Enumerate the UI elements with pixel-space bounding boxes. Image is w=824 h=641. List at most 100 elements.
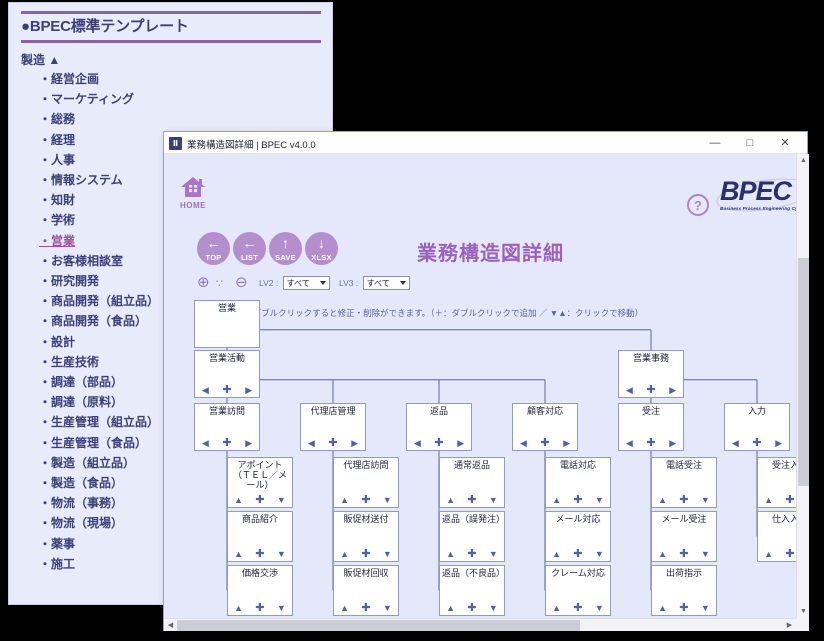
move-up-icon[interactable]: ▲ [658, 549, 667, 559]
add-icon[interactable]: ✚ [785, 549, 794, 560]
move-down-icon[interactable]: ▼ [489, 495, 498, 505]
move-left-icon[interactable]: ◀ [626, 385, 633, 395]
add-icon[interactable]: ✚ [255, 495, 264, 506]
move-down-icon[interactable]: ▼ [277, 603, 286, 613]
move-up-icon[interactable]: ▲ [552, 603, 561, 613]
move-up-icon[interactable]: ▲ [234, 495, 243, 505]
add-icon[interactable]: ✚ [222, 438, 231, 449]
add-icon[interactable]: ✚ [255, 603, 264, 614]
move-up-icon[interactable]: ▲ [446, 495, 455, 505]
add-icon[interactable]: ✚ [255, 549, 264, 560]
add-icon[interactable]: ✚ [573, 495, 582, 506]
add-icon[interactable]: ✚ [752, 438, 761, 449]
move-right-icon[interactable]: ▶ [351, 438, 358, 448]
add-icon[interactable]: ✚ [222, 385, 231, 396]
move-right-icon[interactable]: ▶ [669, 385, 676, 395]
diagram-node[interactable]: 出荷指示 ▲ ✚ ▼ [651, 565, 717, 616]
move-right-icon[interactable]: ▶ [245, 385, 252, 395]
diagram-node[interactable]: 顧客対応 ◀ ✚ ▶ [512, 403, 578, 451]
move-right-icon[interactable]: ▶ [457, 438, 464, 448]
move-up-icon[interactable]: ▲ [340, 549, 349, 559]
move-left-icon[interactable]: ◀ [414, 438, 421, 448]
move-right-icon[interactable]: ▶ [563, 438, 570, 448]
diagram-node[interactable]: 販促材回収 ▲ ✚ ▼ [333, 565, 399, 616]
move-right-icon[interactable]: ▶ [775, 438, 782, 448]
move-right-icon[interactable]: ▶ [669, 438, 676, 448]
move-up-icon[interactable]: ▲ [552, 495, 561, 505]
diagram-node[interactable]: 電話受注 ▲ ✚ ▼ [651, 457, 717, 508]
move-left-icon[interactable]: ◀ [626, 438, 633, 448]
move-up-icon[interactable]: ▲ [446, 549, 455, 559]
diagram-node[interactable]: メール対応 ▲ ✚ ▼ [545, 511, 611, 562]
vertical-scroll-thumb[interactable] [798, 258, 809, 486]
diagram-node[interactable]: 代理店訪問 ▲ ✚ ▼ [333, 457, 399, 508]
move-down-icon[interactable]: ▼ [595, 603, 604, 613]
add-icon[interactable]: ✚ [467, 603, 476, 614]
diagram-node[interactable]: 返品 ◀ ✚ ▶ [406, 403, 472, 451]
add-icon[interactable]: ✚ [573, 603, 582, 614]
move-left-icon[interactable]: ◀ [202, 385, 209, 395]
diagram-node[interactable]: アポイント（ＴＥＬ／メール） ▲ ✚ ▼ [227, 457, 293, 508]
add-icon[interactable]: ✚ [646, 385, 655, 396]
move-up-icon[interactable]: ▲ [340, 495, 349, 505]
category-header[interactable]: 製造 ▲ [21, 51, 60, 68]
diagram-node[interactable]: 返品（不良品） ▲ ✚ ▼ [439, 565, 505, 616]
add-icon[interactable]: ✚ [679, 603, 688, 614]
move-down-icon[interactable]: ▼ [383, 549, 392, 559]
add-icon[interactable]: ✚ [679, 549, 688, 560]
move-left-icon[interactable]: ◀ [520, 438, 527, 448]
add-icon[interactable]: ✚ [679, 495, 688, 506]
diagram-node[interactable]: 営業活動 ◀ ✚ ▶ [194, 350, 260, 398]
move-up-icon[interactable]: ▲ [446, 603, 455, 613]
move-down-icon[interactable]: ▼ [701, 495, 710, 505]
move-left-icon[interactable]: ◀ [732, 438, 739, 448]
scroll-down-icon[interactable]: ▼ [797, 605, 809, 618]
template-list-item[interactable]: ・マーケティング [39, 89, 324, 109]
add-icon[interactable]: ✚ [361, 495, 370, 506]
add-icon[interactable]: ✚ [361, 549, 370, 560]
add-icon[interactable]: ✚ [785, 495, 794, 506]
move-down-icon[interactable]: ▼ [489, 603, 498, 613]
scroll-left-icon[interactable]: ◀ [164, 619, 177, 631]
maximize-button[interactable]: □ [736, 132, 764, 153]
move-down-icon[interactable]: ▼ [701, 603, 710, 613]
scroll-up-icon[interactable]: ▲ [797, 154, 809, 167]
move-up-icon[interactable]: ▲ [234, 549, 243, 559]
move-down-icon[interactable]: ▼ [383, 495, 392, 505]
move-up-icon[interactable]: ▲ [340, 603, 349, 613]
template-list-item[interactable]: ・経営企画 [39, 69, 324, 89]
add-icon[interactable]: ✚ [434, 438, 443, 449]
move-left-icon[interactable]: ◀ [308, 438, 315, 448]
move-down-icon[interactable]: ▼ [277, 549, 286, 559]
add-icon[interactable]: ✚ [361, 603, 370, 614]
move-up-icon[interactable]: ▲ [764, 549, 773, 559]
diagram-node[interactable]: 価格交渉 ▲ ✚ ▼ [227, 565, 293, 616]
diagram-node[interactable]: 代理店管理 ◀ ✚ ▶ [300, 403, 366, 451]
add-icon[interactable]: ✚ [540, 438, 549, 449]
move-down-icon[interactable]: ▼ [489, 549, 498, 559]
diagram-node[interactable]: 営業 [194, 300, 260, 348]
add-icon[interactable]: ✚ [573, 549, 582, 560]
add-icon[interactable]: ✚ [646, 438, 655, 449]
add-icon[interactable]: ✚ [467, 549, 476, 560]
move-up-icon[interactable]: ▲ [234, 603, 243, 613]
diagram-node[interactable]: 返品（誤発注） ▲ ✚ ▼ [439, 511, 505, 562]
diagram-node[interactable]: 営業訪問 ◀ ✚ ▶ [194, 403, 260, 451]
diagram-node[interactable]: メール受注 ▲ ✚ ▼ [651, 511, 717, 562]
template-list-item[interactable]: ・総務 [39, 109, 324, 129]
add-icon[interactable]: ✚ [328, 438, 337, 449]
horizontal-scroll-thumb[interactable] [177, 620, 580, 631]
move-down-icon[interactable]: ▼ [595, 549, 604, 559]
move-down-icon[interactable]: ▼ [277, 495, 286, 505]
move-down-icon[interactable]: ▼ [595, 495, 604, 505]
vertical-scrollbar[interactable]: ▲ ▼ [796, 154, 809, 618]
move-down-icon[interactable]: ▼ [383, 603, 392, 613]
diagram-node[interactable]: 通常返品 ▲ ✚ ▼ [439, 457, 505, 508]
move-up-icon[interactable]: ▲ [658, 495, 667, 505]
diagram-node[interactable]: 商品紹介 ▲ ✚ ▼ [227, 511, 293, 562]
move-left-icon[interactable]: ◀ [202, 438, 209, 448]
minimize-button[interactable]: — [701, 132, 729, 153]
move-up-icon[interactable]: ▲ [764, 495, 773, 505]
scroll-right-icon[interactable]: ▶ [783, 619, 796, 631]
diagram-node[interactable]: 営業事務 ◀ ✚ ▶ [618, 350, 684, 398]
